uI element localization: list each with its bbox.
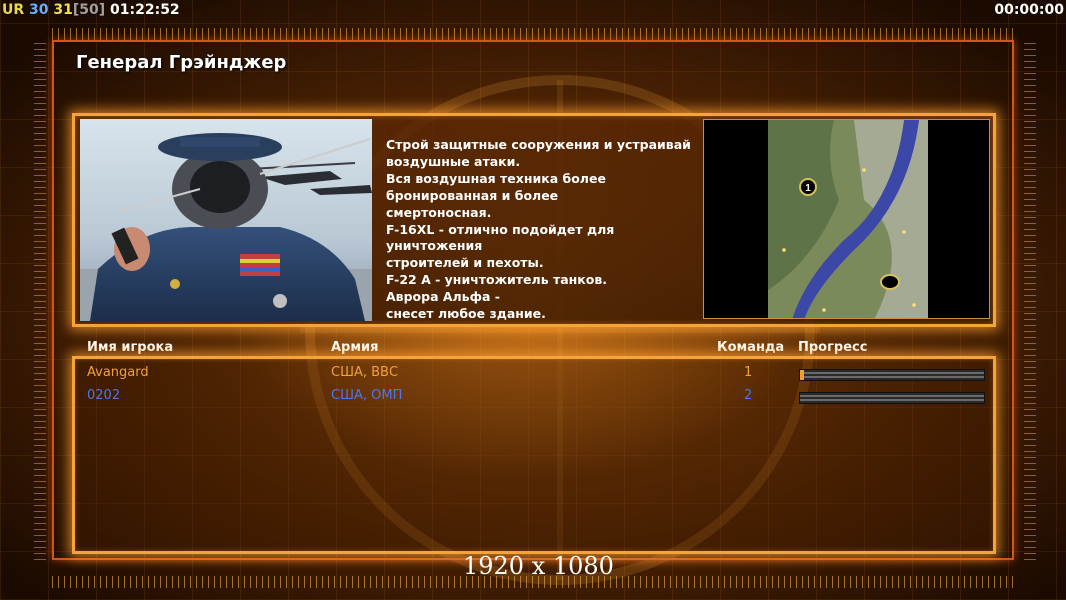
header-army: Армия: [331, 340, 379, 355]
minimap[interactable]: 1: [703, 119, 990, 319]
player-row: 0202 США, ОМП 2: [0, 386, 1066, 406]
minimap-start-label: 1: [805, 183, 811, 194]
player-name: 0202: [87, 388, 121, 403]
player-progress-bar: [799, 392, 985, 404]
player-team: 2: [744, 388, 753, 403]
hud-fps-cap: [50]: [72, 2, 106, 18]
player-progress-bar: [799, 369, 985, 381]
top-ruler: [52, 28, 1014, 40]
general-title: Генерал Грэйнджер: [76, 52, 287, 73]
header-player-name: Имя игрока: [87, 340, 174, 355]
right-ruler: [1024, 40, 1036, 560]
general-description: Строй защитные сооружения и устраивай во…: [386, 137, 691, 322]
hud-elapsed-time: 01:22:52: [110, 2, 180, 18]
player-team: 1: [744, 365, 753, 380]
player-army: США, ВВС: [331, 365, 399, 380]
hud-fps-a: 30: [29, 2, 49, 18]
player-name: Avangard: [87, 365, 149, 380]
player-progress-fill: [800, 370, 804, 380]
header-team: Команда: [717, 340, 785, 355]
player-row: Avangard США, ВВС 1: [0, 363, 1066, 383]
hud-fps-b: 31: [53, 2, 73, 18]
hud-faction: UR: [2, 2, 25, 18]
player-army: США, ОМП: [331, 388, 403, 403]
resolution-label: 1920 x 1080: [463, 552, 614, 580]
left-ruler: [34, 40, 46, 560]
hud-countdown: 00:00:00: [994, 2, 1064, 18]
header-progress: Прогресс: [798, 340, 868, 355]
hud-stats: UR 30 31[50] 01:22:52: [2, 0, 180, 20]
general-portrait: [80, 119, 372, 321]
